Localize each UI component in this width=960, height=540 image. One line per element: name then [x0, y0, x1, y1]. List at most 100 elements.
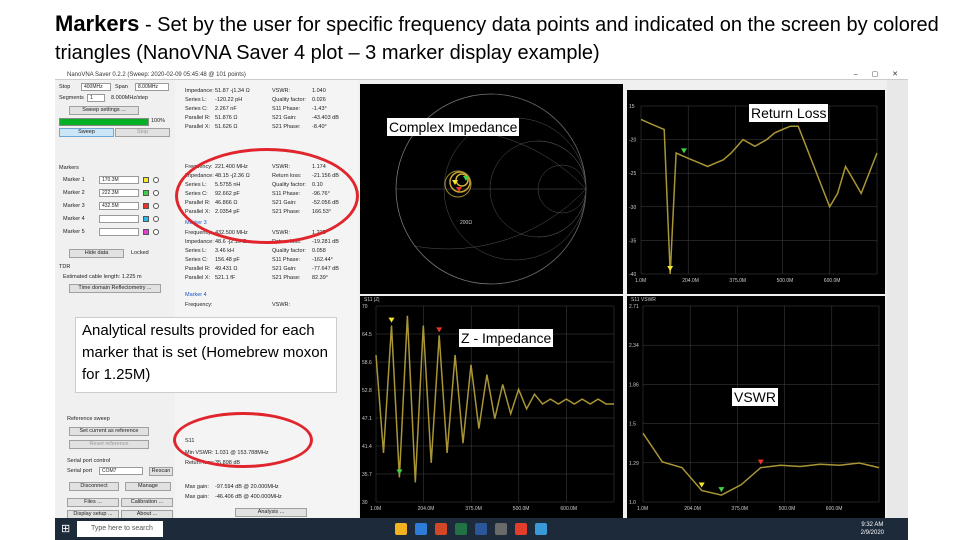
marker-radio[interactable]	[153, 190, 159, 196]
calibration-button[interactable]: Calibration ...	[121, 498, 173, 507]
marker-color-swatch[interactable]	[143, 229, 149, 235]
excel-icon[interactable]	[455, 523, 467, 535]
marker-frequency-input[interactable]: 432.5M	[99, 202, 139, 210]
browser-icon[interactable]	[415, 523, 427, 535]
vswr-marker-3	[757, 459, 764, 465]
cable-length: Estimated cable length: 1.225 m	[63, 274, 142, 280]
marker-frequency-input[interactable]	[99, 228, 139, 236]
marker4-vswr: VSWR:	[272, 302, 291, 308]
max-gain2-label: Max gain:	[185, 494, 209, 500]
window-controls[interactable]: – ▢ ✕	[854, 70, 904, 80]
x-tick-label: 1.0M	[635, 278, 646, 284]
s11-summary-highlight	[173, 412, 313, 468]
y-tick-label: 2.71	[629, 304, 639, 310]
reset-reference-button[interactable]: Reset reference	[69, 440, 149, 449]
control-panel: Stop 400MHz Span 8.00MHz Segments 1 8.00…	[55, 80, 175, 519]
stop-button[interactable]: Stop	[115, 128, 170, 137]
marker-label: Marker 1	[63, 177, 85, 183]
x-tick-label: 600.0M	[560, 506, 577, 512]
marker-frequency-input[interactable]: 222.3M	[99, 189, 139, 197]
marker-frequency-input[interactable]: 170.3M	[99, 176, 139, 184]
rescan-button[interactable]: Rescan	[149, 467, 173, 476]
marker-data-label: Series C:	[185, 106, 208, 112]
segments-input[interactable]: 1	[87, 94, 105, 102]
nanovna-saver-window: NanoVNA Saver 0.2.2 (Sweep: 2020-02-09 0…	[55, 70, 908, 540]
word-icon[interactable]	[475, 523, 487, 535]
marker-data-label: S21 Phase:	[272, 124, 301, 130]
stop-label: Stop	[59, 84, 71, 90]
sweep-button[interactable]: Sweep	[59, 128, 114, 137]
hide-data-button[interactable]: Hide data	[69, 249, 124, 258]
x-tick-label: 204.0M	[418, 506, 435, 512]
marker-data-label: S21 Gain:	[272, 266, 297, 272]
marker-color-swatch[interactable]	[143, 216, 149, 222]
marker-data-label: Parallel R:	[185, 115, 211, 121]
marker-data-value: -120.22 pH	[215, 97, 243, 103]
z-impedance-label: Z - Impedance	[459, 329, 554, 347]
vswr-chart: S11 VSWR 2.71 2.34 1.86 1.5 1.29 1.0 1.0M 204.0…	[627, 296, 885, 518]
marker-color-swatch[interactable]	[143, 177, 149, 183]
marker-radio[interactable]	[153, 216, 159, 222]
y-tick-label: -20	[629, 138, 636, 144]
reference-title: Reference sweep	[67, 416, 110, 422]
time-domain-button[interactable]: Time domain Reflectometry ...	[69, 284, 161, 293]
y-tick-label: 2.34	[629, 343, 639, 349]
slide-title: Markers - Set by the user for specific f…	[55, 10, 955, 67]
taskbar-clock: 9:32 AM 2/9/2020	[861, 521, 884, 537]
marker-radio[interactable]	[153, 177, 159, 183]
marker-label: Marker 4	[63, 216, 85, 222]
powerpoint-icon[interactable]	[435, 523, 447, 535]
marker4-frequency: Frequency:	[185, 302, 213, 308]
stop-input[interactable]: 400MHz	[81, 83, 111, 91]
marker-radio[interactable]	[153, 203, 159, 209]
span-input[interactable]: 8.00MHz	[135, 83, 169, 91]
nanovna-icon[interactable]	[535, 523, 547, 535]
x-tick-label: 600.0M	[824, 278, 841, 284]
sweep-settings-button[interactable]: Sweep settings ...	[69, 106, 139, 115]
vswr-marker-1	[698, 482, 705, 488]
disconnect-button[interactable]: Disconnect	[69, 482, 119, 491]
files-button[interactable]: Files ...	[67, 498, 119, 507]
app-icon[interactable]	[495, 523, 507, 535]
marker-data-label: Quality factor:	[272, 248, 306, 254]
smith-chart-label: 200Ω	[460, 220, 472, 226]
serial-port-select[interactable]: COM7	[99, 467, 143, 475]
serial-port-label: Serial port	[67, 468, 93, 474]
marker-color-swatch[interactable]	[143, 190, 149, 196]
windows-taskbar: ⊞ Type here to search 9:32 AM 2/9/2020	[55, 518, 908, 540]
impedance-marker-1	[388, 317, 395, 323]
y-tick-label: -25	[629, 171, 636, 177]
window-scrollbar[interactable]	[887, 80, 908, 518]
marker-radio[interactable]	[153, 229, 159, 235]
taskbar-search[interactable]: Type here to search	[77, 521, 163, 537]
marker-data-label: Parallel X:	[185, 124, 211, 130]
start-icon[interactable]: ⊞	[61, 522, 70, 535]
marker-data-highlight	[175, 148, 359, 244]
x-tick-label: 500.0M	[779, 506, 796, 512]
marker-data-label: S21 Gain:	[272, 115, 297, 121]
vswr-title: S11 VSWR	[631, 297, 656, 303]
chrome-icon[interactable]	[515, 523, 527, 535]
analysis-callout: Analytical results provided for each mar…	[75, 317, 337, 393]
marker-label: Marker 5	[63, 229, 85, 235]
y-tick-label: -30	[629, 205, 636, 211]
marker-frequency-input[interactable]	[99, 215, 139, 223]
marker-data-label: Quality factor:	[272, 97, 306, 103]
set-reference-button[interactable]: Set current as reference	[69, 427, 149, 436]
marker-data-label: Series C:	[185, 257, 208, 263]
manage-button[interactable]: Manage	[125, 482, 171, 491]
marker-data-label: S11 Phase:	[272, 257, 301, 263]
marker-data-label: Impedance:	[185, 239, 214, 245]
marker-data-value: 82.39°	[312, 275, 328, 281]
y-tick-label: 52.8	[362, 388, 372, 394]
sweep-progress-bar	[59, 118, 149, 126]
complex-impedance-label: Complex Impedance	[387, 118, 520, 136]
marker-color-swatch[interactable]	[143, 203, 149, 209]
slide-title-bold: Markers	[55, 11, 140, 36]
analysis-button[interactable]: Analysis ...	[235, 508, 307, 517]
locked-label: Locked	[131, 250, 149, 256]
marker-data-label: Impedance:	[185, 88, 214, 94]
marker-label: Marker 3	[63, 203, 85, 209]
folder-icon[interactable]	[395, 523, 407, 535]
x-tick-label: 375.0M	[729, 278, 746, 284]
